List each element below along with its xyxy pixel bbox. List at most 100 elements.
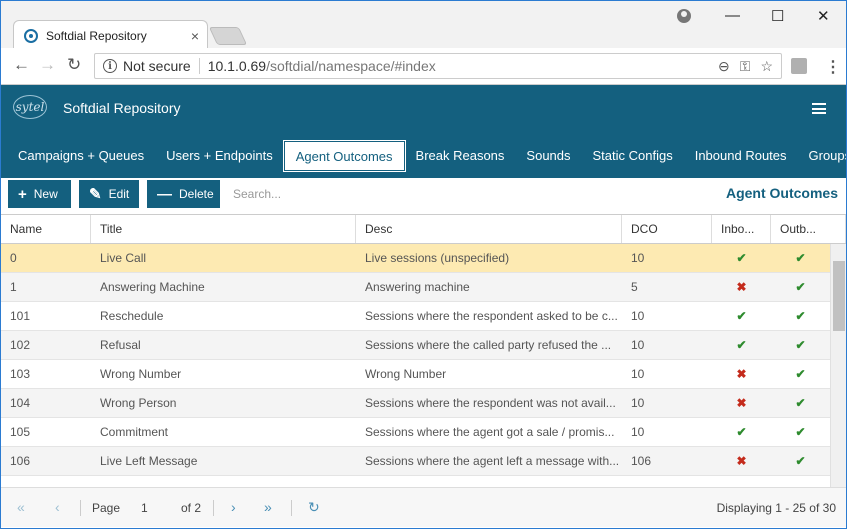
section-title: Agent Outcomes — [725, 185, 838, 201]
search-input[interactable] — [233, 182, 433, 206]
cell-desc: Sessions where the agent got a sale / pr… — [365, 425, 615, 439]
cell-name: 0 — [10, 251, 17, 265]
delete-button-label: Delete — [179, 187, 214, 201]
table-row[interactable]: 104 Wrong Person Sessions where the respon… — [1, 389, 830, 418]
tab-close-icon[interactable]: × — [191, 28, 199, 44]
check-icon: ✔ — [795, 338, 806, 352]
cell-title: Wrong Person — [100, 396, 177, 410]
check-icon: ✔ — [795, 280, 806, 294]
table-row[interactable]: 0 Live Call Live sessions (unspecified) 10 ✔… — [1, 244, 830, 273]
delete-button[interactable]: — Delete — [147, 180, 220, 208]
column-header-desc[interactable]: Desc — [356, 215, 622, 243]
browser-tab-strip: Softdial Repository × — ☐ ✕ — [0, 0, 847, 50]
url-text[interactable]: 10.1.0.69/softdial/namespace/#index — [200, 58, 436, 74]
back-arrow-icon[interactable]: ← — [13, 55, 30, 75]
plus-icon: + — [18, 185, 27, 203]
hamburger-menu-icon[interactable] — [812, 103, 826, 114]
address-bar[interactable]: i Not secure 10.1.0.69/softdial/namespac… — [94, 53, 782, 79]
column-header-title[interactable]: Title — [91, 215, 356, 243]
key-icon[interactable]: ⚿ — [740, 58, 751, 75]
pager-divider — [80, 500, 81, 516]
refresh-icon[interactable]: ↻ — [308, 499, 320, 516]
table-row[interactable]: 102 Refusal Sessions where the called part… — [1, 331, 830, 360]
cell-name: 103 — [10, 367, 31, 381]
tab-sounds[interactable]: Sounds — [515, 141, 581, 171]
tab-campaigns-queues[interactable]: Campaigns + Queues — [7, 141, 155, 171]
app-header: sytel Softdial Repository Campaigns + Qu… — [1, 85, 847, 178]
column-header-name[interactable]: Name — [1, 215, 91, 243]
cross-icon: ✖ — [736, 454, 747, 468]
cell-dco: 10 — [631, 338, 645, 352]
cell-name: 102 — [10, 338, 31, 352]
extension-icon[interactable] — [791, 58, 807, 74]
cell-dco: 10 — [631, 251, 645, 265]
app-title: Softdial Repository — [63, 100, 181, 116]
close-window-icon[interactable]: ✕ — [817, 7, 830, 25]
cell-desc: Wrong Number — [365, 367, 447, 381]
first-page-icon[interactable]: « — [17, 499, 25, 515]
column-header-dco[interactable]: DCO — [622, 215, 712, 243]
edit-button[interactable]: ✎ Edit — [79, 180, 139, 208]
grid-toolbar: + New ✎ Edit — Delete Agent Outcomes — [1, 178, 846, 214]
last-page-icon[interactable]: » — [264, 499, 272, 515]
pager-divider — [291, 500, 292, 516]
profile-icon[interactable] — [677, 9, 691, 23]
sytel-logo: sytel — [13, 95, 47, 119]
cross-icon: ✖ — [736, 280, 747, 294]
minus-icon: — — [157, 185, 172, 203]
forward-arrow-icon[interactable]: → — [39, 55, 56, 75]
new-button[interactable]: + New — [8, 180, 71, 208]
cell-dco: 10 — [631, 367, 645, 381]
new-tab-button[interactable] — [208, 27, 248, 45]
cell-title: Live Left Message — [100, 454, 198, 468]
tab-title: Softdial Repository — [46, 28, 147, 43]
check-icon: ✔ — [795, 309, 806, 323]
browser-toolbar: ← → ↻ i Not secure 10.1.0.69/softdial/na… — [0, 48, 847, 85]
url-path: /softdial/namespace/#index — [266, 58, 436, 74]
table-row[interactable]: 101 Reschedule Sessions where the responde… — [1, 302, 830, 331]
cell-dco: 10 — [631, 309, 645, 323]
tab-inbound-routes[interactable]: Inbound Routes — [684, 141, 798, 171]
url-host: 10.1.0.69 — [207, 58, 267, 74]
cell-desc: Sessions where the agent left a message … — [365, 454, 620, 468]
browser-tab[interactable]: Softdial Repository × — [13, 20, 208, 50]
cell-desc: Sessions where the respondent was not av… — [365, 396, 616, 410]
info-icon[interactable]: i — [103, 59, 117, 73]
table-row[interactable]: 106 Live Left Message Sessions where the a… — [1, 447, 830, 476]
zoom-icon[interactable]: ⊖ — [718, 58, 730, 75]
reload-icon[interactable]: ↻ — [67, 55, 81, 75]
main-nav: Campaigns + Queues Users + Endpoints Age… — [7, 140, 847, 172]
cell-title: Live Call — [100, 251, 147, 265]
edit-button-label: Edit — [108, 187, 130, 201]
check-icon: ✔ — [795, 425, 806, 439]
tab-agent-outcomes[interactable]: Agent Outcomes — [282, 140, 406, 172]
tab-groups[interactable]: Groups — [798, 141, 847, 171]
table-row[interactable]: 103 Wrong Number Wrong Number 10 ✖ ✔ — [1, 360, 830, 389]
browser-menu-icon[interactable]: ⋮ — [825, 57, 841, 77]
next-page-icon[interactable]: › — [231, 499, 236, 515]
tab-static-configs[interactable]: Static Configs — [582, 141, 684, 171]
check-icon: ✔ — [795, 251, 806, 265]
bookmark-star-icon[interactable]: ☆ — [760, 58, 773, 75]
column-header-inbound[interactable]: Inbo... — [712, 215, 771, 243]
cell-desc: Sessions where the respondent asked to b… — [365, 309, 618, 323]
column-header-outbound[interactable]: Outb... — [771, 215, 846, 243]
minimize-icon[interactable]: — — [725, 7, 740, 24]
outcomes-grid: Name Title Desc DCO Inbo... Outb... 0 Liv… — [1, 214, 846, 487]
previous-page-icon[interactable]: ‹ — [55, 499, 60, 515]
cell-dco: 106 — [631, 454, 652, 468]
grid-scrollbar[interactable] — [830, 244, 846, 487]
check-icon: ✔ — [736, 338, 747, 352]
softdial-favicon-icon — [24, 28, 38, 43]
scrollbar-thumb[interactable] — [833, 261, 845, 331]
cell-name: 104 — [10, 396, 31, 410]
check-icon: ✔ — [736, 309, 747, 323]
page-number-input[interactable] — [127, 498, 163, 518]
table-row[interactable]: 1 Answering Machine Answering machine 5 ✖ ✔ — [1, 273, 830, 302]
maximize-icon[interactable]: ☐ — [771, 7, 784, 25]
grid-body: 0 Live Call Live sessions (unspecified) 10 ✔… — [1, 244, 830, 476]
page-label: Page — [92, 501, 121, 515]
table-row[interactable]: 105 Commitment Sessions where the agent go… — [1, 418, 830, 447]
tab-break-reasons[interactable]: Break Reasons — [405, 141, 516, 171]
tab-users-endpoints[interactable]: Users + Endpoints — [155, 141, 284, 171]
